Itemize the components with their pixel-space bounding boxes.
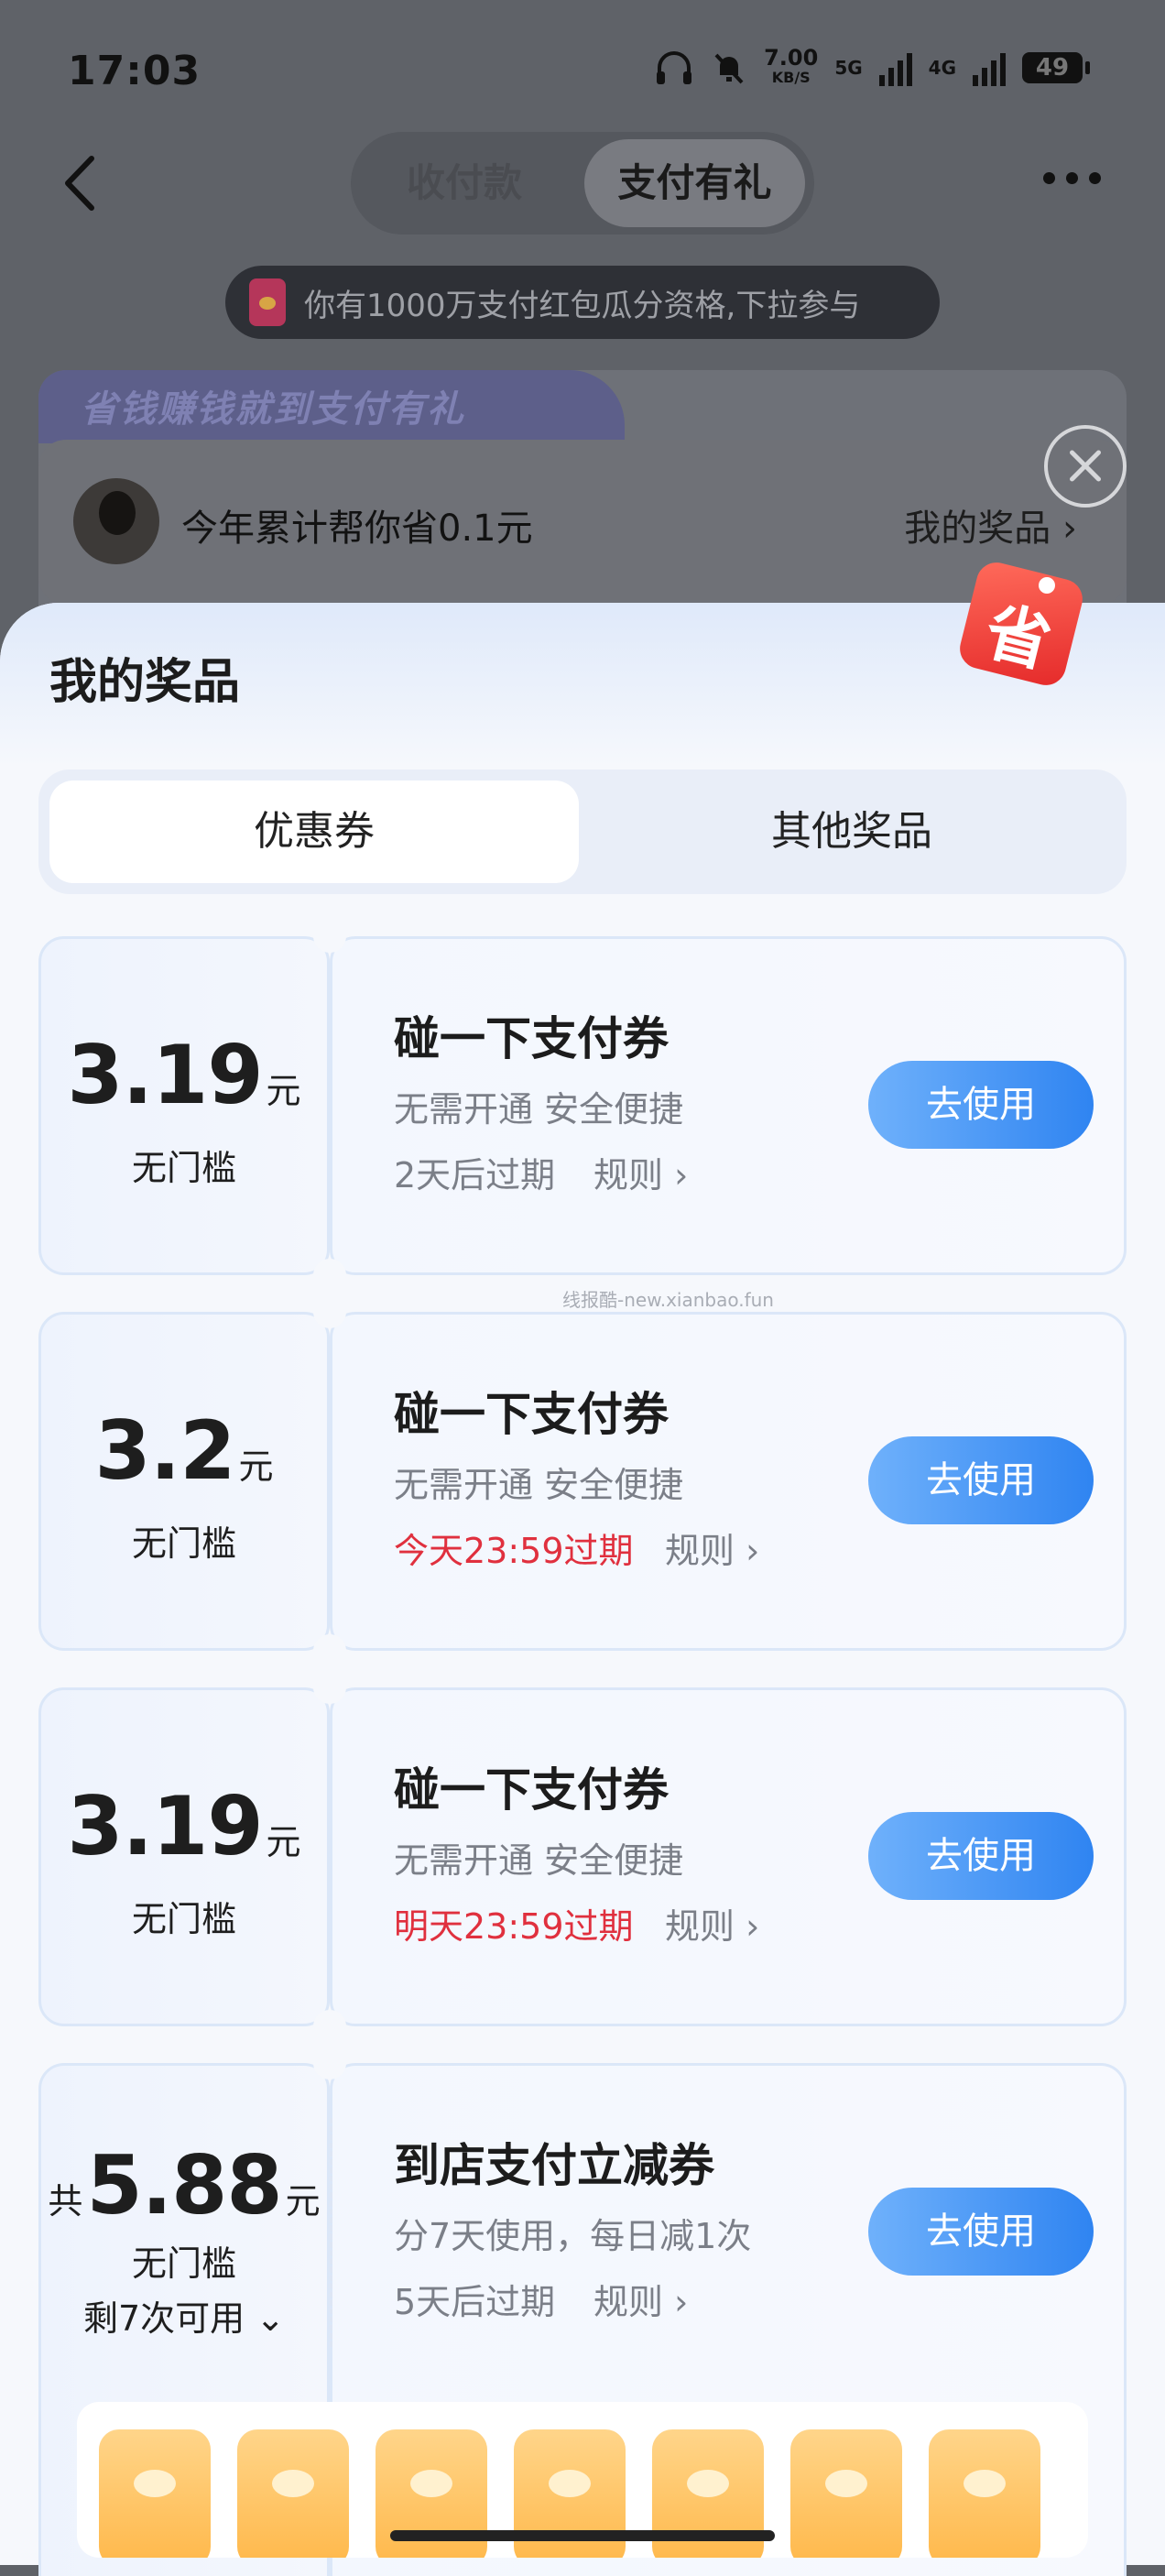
coupon-amount-unit: 元 <box>266 1071 301 1111</box>
signal-5g-icon <box>878 49 912 86</box>
avatar <box>73 478 159 564</box>
back-arrow-icon[interactable] <box>55 151 110 215</box>
coupon-title: 碰一下支付券 <box>394 1388 669 1441</box>
coupon-threshold: 无门槛 <box>131 1899 236 1939</box>
banner-slogan: 省钱赚钱就到支付有礼 <box>81 388 465 431</box>
coupon-desc: 无需开通 安全便捷 <box>394 1840 684 1881</box>
coupon-rules-link[interactable]: 规则 › <box>593 2274 688 2324</box>
coupon-expiry: 今天23:59过期 <box>394 1531 634 1571</box>
coupon-amount-unit: 元 <box>285 2181 321 2221</box>
more-options-icon[interactable] <box>1043 172 1101 184</box>
coupon-amount: 3.19 元 <box>38 1028 330 1122</box>
background-page: 17:03 7.00 KB/S 5G 4G 49 收付款 支付有礼 你有1000… <box>0 0 1165 663</box>
prize-tabs: 优惠券 其他奖品 <box>38 770 1127 894</box>
use-coupon-button[interactable]: 去使用 <box>868 1812 1094 1900</box>
coupon-desc: 分7天使用，每日减1次 <box>394 2216 752 2256</box>
use-coupon-button[interactable]: 去使用 <box>868 1436 1094 1524</box>
coupon-rules-link[interactable]: 规则 › <box>593 1147 688 1197</box>
coupon-threshold: 无门槛 <box>131 1523 236 1564</box>
network-4g-label: 4G <box>928 57 956 79</box>
coupon-desc: 无需开通 安全便捷 <box>394 1089 684 1130</box>
sheet-title: 我的奖品 <box>49 655 241 710</box>
coupon-title: 碰一下支付券 <box>394 1012 669 1065</box>
coupon-amount: 3.19 元 <box>38 1779 330 1873</box>
tab-other-prizes[interactable]: 其他奖品 <box>588 780 1116 883</box>
network-5g-label: 5G <box>834 57 863 79</box>
my-prizes-link[interactable]: 我的奖品 › <box>904 498 1077 551</box>
coupon-card: 3.2 元 无门槛 碰一下支付券 无需开通 安全便捷 今天23:59过期 规则 ›… <box>38 1295 1127 1667</box>
coupon-threshold: 无门槛 <box>131 1148 236 1188</box>
coupon-amount-value: 3.19 <box>67 1028 263 1122</box>
status-icons: 7.00 KB/S 5G 4G 49 <box>654 45 1090 88</box>
daily-coupon-icon <box>99 2429 211 2558</box>
coupon-card: 3.19 元 无门槛 碰一下支付券 无需开通 安全便捷 明天23:59过期 规则 … <box>38 1671 1127 2043</box>
coupon-amount-prefix: 共 <box>48 2181 83 2221</box>
coupon-card: 3.19 元 无门槛 碰一下支付券 无需开通 安全便捷 2天后过期 规则 › 去使… <box>38 920 1127 1292</box>
net-speed-unit: KB/S <box>771 69 811 86</box>
red-packet-notice[interactable]: 你有1000万支付红包瓜分资格,下拉参与 <box>225 266 940 339</box>
coupon-amount-value: 5.88 <box>86 2138 282 2232</box>
header-segmented-tabs: 收付款 支付有礼 <box>351 132 814 235</box>
coupon-remaining-uses[interactable]: 剩7次可用 ⌄ <box>38 2290 330 2341</box>
red-packet-icon <box>249 278 286 326</box>
coupon-amount-value: 3.2 <box>94 1403 236 1498</box>
coupon-rules-link[interactable]: 规则 › <box>665 1898 759 1948</box>
coupon-amount: 3.2 元 <box>38 1403 330 1498</box>
coupon-amount-value: 3.19 <box>67 1779 263 1873</box>
signal-4g-icon <box>973 49 1006 86</box>
watermark: 线报酷-new.xianbao.fun <box>562 1289 774 1311</box>
status-time: 17:03 <box>68 48 201 94</box>
close-icon[interactable] <box>1044 425 1127 508</box>
home-indicator[interactable] <box>390 2530 775 2541</box>
daily-coupon-icon <box>237 2429 349 2558</box>
coupon-threshold: 无门槛 <box>131 2243 236 2284</box>
daily-coupon-icon <box>790 2429 902 2558</box>
coupon-amount-unit: 元 <box>266 1822 301 1862</box>
tab-receive-pay[interactable]: 收付款 <box>367 139 561 227</box>
coupon-expiry: 2天后过期 <box>394 1155 556 1195</box>
savings-summary-text: 今年累计帮你省0.1元 <box>181 508 533 550</box>
coupon-desc: 无需开通 安全便捷 <box>394 1465 684 1505</box>
coupon-card: 共5.88 元 无门槛 剩7次可用 ⌄ 到店支付立减券 分7天使用，每日减1次 5… <box>38 2047 1127 2576</box>
savings-tag-icon: 省 <box>955 550 1087 690</box>
coupon-expiry: 5天后过期 <box>394 2282 556 2322</box>
coupon-amount: 共5.88 元 <box>38 2138 330 2232</box>
coupon-rules-link[interactable]: 规则 › <box>665 1523 759 1573</box>
coupon-title: 到店支付立减券 <box>394 2139 714 2192</box>
headphones-icon <box>657 51 692 84</box>
net-speed: 7.00 KB/S <box>764 45 819 88</box>
use-coupon-button[interactable]: 去使用 <box>868 2188 1094 2276</box>
status-bar: 17:03 7.00 KB/S 5G 4G 49 <box>0 0 1165 147</box>
tab-coupons[interactable]: 优惠券 <box>49 780 579 883</box>
coupon-title: 碰一下支付券 <box>394 1763 669 1817</box>
notice-text: 你有1000万支付红包瓜分资格,下拉参与 <box>304 287 861 324</box>
net-speed-value: 7.00 <box>764 45 819 71</box>
daily-coupon-icon <box>929 2429 1040 2558</box>
battery-icon: 49 <box>1022 52 1090 83</box>
tab-pay-rewards[interactable]: 支付有礼 <box>584 139 805 227</box>
mute-bell-icon <box>714 53 744 84</box>
use-coupon-button[interactable]: 去使用 <box>868 1061 1094 1149</box>
coupon-amount-unit: 元 <box>238 1446 274 1487</box>
coupon-expiry: 明天23:59过期 <box>394 1906 634 1947</box>
